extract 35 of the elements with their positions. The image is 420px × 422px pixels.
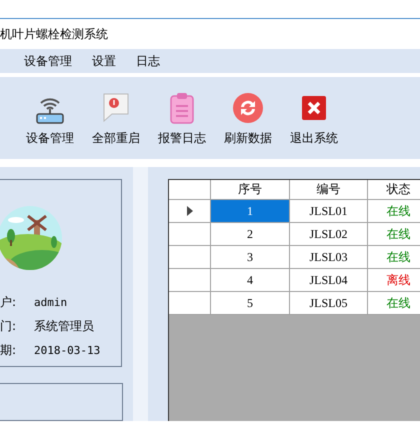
table-cell-text: 在线 [386, 226, 412, 242]
field-value: 2018-03-13 [34, 344, 100, 356]
row-pointer-icon [186, 206, 192, 216]
field-value: admin [34, 296, 68, 308]
table-cell: JLSL04 [290, 269, 368, 291]
field-label: 户: [0, 294, 18, 310]
table-cell: JLSL01 [290, 200, 368, 222]
table-cell-text: 离线 [386, 272, 412, 288]
menu-item[interactable]: 日志 [136, 52, 160, 70]
table-cell: 2 [211, 223, 290, 245]
table-cell: 1 [211, 200, 290, 222]
table-cell-text: 在线 [386, 294, 412, 312]
table-cell: JLSL02 [290, 223, 368, 245]
field-value: 系统管理员 [34, 318, 94, 334]
toolbar-button[interactable]: 报警日志 [158, 130, 206, 147]
field-label: 期: [0, 342, 18, 358]
column-header[interactable]: 编号 [290, 180, 368, 199]
table-cell: 3 [211, 246, 290, 268]
toolbar-button[interactable]: 刷新数据 [224, 130, 272, 147]
menu-item[interactable]: 设置 [92, 52, 116, 70]
refresh-icon[interactable] [232, 92, 264, 124]
column-header[interactable]: 状态 [368, 180, 420, 199]
column-header[interactable]: 序号 [211, 180, 290, 199]
toolbar-button[interactable]: 退出系统 [290, 130, 338, 147]
table-cell: 4 [211, 269, 290, 291]
field-label: 门: [0, 318, 18, 334]
window-title: 机叶片螺栓检测系统 [0, 26, 108, 42]
table-cell: 5 [211, 292, 290, 314]
toolbar-button[interactable]: 设备管理 [26, 130, 74, 147]
table-cell: JLSL05 [290, 292, 368, 314]
table-cell: JLSL03 [290, 246, 368, 268]
toolbar-button[interactable]: 全部重启 [92, 130, 140, 147]
menu-item[interactable]: 设备管理 [24, 52, 72, 70]
table-cell-text: 在线 [386, 202, 412, 220]
table-cell-text: 在线 [386, 248, 412, 266]
